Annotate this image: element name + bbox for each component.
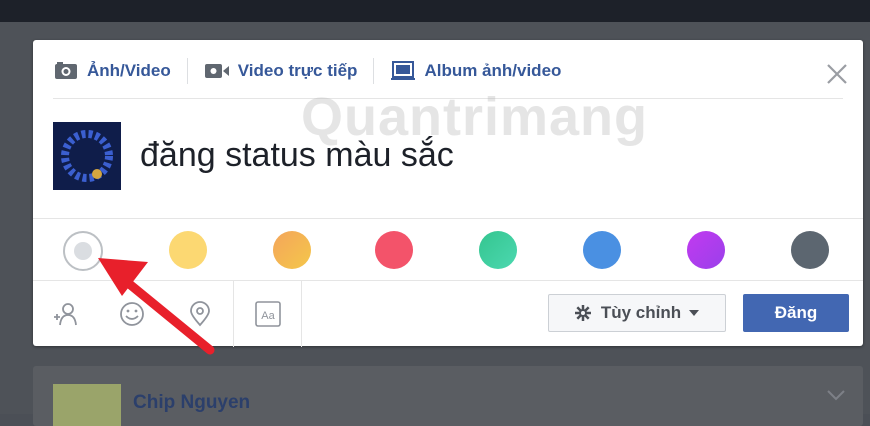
avatar [53,122,121,190]
color-swatch[interactable] [479,231,517,269]
close-icon[interactable] [825,62,849,86]
color-swatch[interactable] [583,231,621,269]
chevron-down-icon [689,310,700,316]
tab-live-video[interactable]: Video trực tiếp [204,61,358,81]
feed-post-card: Chip Nguyen [33,366,863,426]
toolbar-divider [233,281,234,347]
tab-label: Ảnh/Video [87,61,171,80]
tab-label: Video trực tiếp [237,61,358,80]
tag-friends-icon[interactable] [53,301,79,327]
avatar [53,384,121,426]
tab-divider [373,58,375,84]
color-swatch[interactable] [687,231,725,269]
post-author-name[interactable]: Chip Nguyen [133,392,250,414]
status-text-input[interactable]: đăng status màu sắc [140,136,454,175]
post-composer: Ảnh/Video Video trực tiếp Album ảnh/vide… [33,40,863,347]
color-swatch[interactable] [375,231,413,269]
camera-icon [53,61,79,81]
tab-label: Album ảnh/video [424,61,562,80]
album-icon [390,61,416,81]
privacy-label: Tùy chỉnh [600,303,682,322]
background-color-picker [33,218,863,281]
composer-tabs: Ảnh/Video Video trực tiếp Album ảnh/vide… [53,58,561,84]
selected-indicator [74,242,92,260]
emoji-icon[interactable] [119,301,145,327]
divider [53,98,843,99]
chevron-down-icon[interactable] [827,388,845,401]
color-swatch[interactable] [273,231,311,269]
composer-toolbar: Aa Tùy chỉnh Đăng [33,280,863,347]
text-format-icon[interactable]: Aa [255,301,281,327]
toolbar-divider [301,281,302,347]
post-button[interactable]: Đăng [743,294,849,332]
gear-icon [574,305,591,321]
privacy-button[interactable]: Tùy chỉnh [548,294,726,332]
top-navigation-bar [0,0,870,22]
tab-divider [186,58,188,84]
text-format-label: Aa [261,310,275,322]
video-camera-icon [204,61,230,81]
tab-photo-video[interactable]: Ảnh/Video [53,61,171,81]
location-pin-icon[interactable] [187,301,213,327]
color-swatch[interactable] [169,231,207,269]
color-swatch[interactable] [791,231,829,269]
color-swatch[interactable] [63,231,103,271]
tab-album[interactable]: Album ảnh/video [390,61,561,81]
